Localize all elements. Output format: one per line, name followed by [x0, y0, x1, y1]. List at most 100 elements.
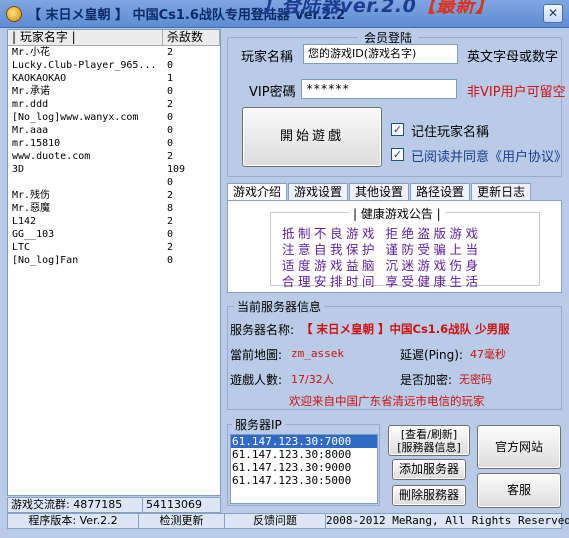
refresh-server-info-button[interactable]: [查看/刷新] [服務器信息]: [388, 425, 470, 456]
encryption-label: 是否加密:: [400, 373, 453, 387]
player-row[interactable]: 3D 109: [8, 163, 220, 176]
player-kills: 109: [167, 164, 186, 175]
server-ip-list[interactable]: 61.147.123.30:7000 61.147.123.30:8000 61.1…: [230, 434, 378, 504]
player-name-input[interactable]: 您的游戏ID(游戏名字): [303, 44, 458, 64]
player-kills: 2: [167, 151, 174, 162]
server-ip-item[interactable]: 61.147.123.30:9000: [231, 461, 377, 474]
ping-label: 延遲(Ping):: [400, 348, 463, 362]
welcome-message: 欢迎来自中国广东省清远市电信的玩家: [289, 394, 485, 408]
player-name: Mr.小花: [12, 47, 51, 58]
check-update-link[interactable]: 检测更新: [139, 514, 225, 528]
player-kills: 0: [167, 255, 174, 266]
tab-panel-game-intro: | 健康游戏公告 | 抵制不良游戏 拒绝盗版游戏 注意自我保护 谨防受骗上当 适度游…: [227, 200, 562, 293]
player-row[interactable]: Mr.承诺 0: [8, 85, 220, 98]
player-row[interactable]: mr.ddd 2: [8, 98, 220, 111]
server-ip-item[interactable]: 61.147.123.30:8000: [231, 448, 377, 461]
banner-new: 【最新】: [416, 0, 495, 17]
notice-line: 合理安排时间 享受健康生活: [282, 274, 482, 289]
player-row[interactable]: Mr.aaa 0: [8, 124, 220, 137]
player-row[interactable]: Mr.小花 2: [8, 46, 220, 59]
player-row[interactable]: www.duote.com 2: [8, 150, 220, 163]
player-list-header: | 玩家名字 | 杀敌数: [8, 30, 220, 46]
feedback-link[interactable]: 反馈问题: [225, 514, 326, 528]
column-header-player-name[interactable]: | 玩家名字 |: [8, 30, 163, 45]
player-count-value: 17/32人: [291, 373, 334, 386]
player-kills: 2: [167, 216, 174, 227]
title-bar[interactable]: 【 末日メ皇朝 】 中国Cs1.6战队专用登陆器 Ver.2.2 】登陆器ver…: [0, 0, 569, 28]
current-map-label: 當前地圖:: [230, 348, 283, 362]
player-row[interactable]: L142 2: [8, 215, 220, 228]
add-server-button[interactable]: 添加服务器: [392, 459, 466, 480]
refresh-button-line2: [服務器信息]: [397, 441, 461, 454]
server-ip-item[interactable]: 61.147.123.30:5000: [231, 474, 377, 487]
server-ip-title: 服务器IP: [232, 416, 285, 433]
player-row[interactable]: [No_log]Fan 0: [8, 254, 220, 267]
server-ip-item[interactable]: 61.147.123.30:7000: [231, 435, 377, 448]
qq-group-label: 游戏交流群: 4877185: [8, 498, 143, 512]
app-icon: [6, 6, 22, 22]
title-banner: 】登陆器ver.2.0【最新】: [262, 0, 494, 18]
player-row[interactable]: Mr.残伤 2: [8, 189, 220, 202]
qq-group-second: 54113069: [146, 498, 202, 511]
status-bar: 程序版本: Ver.2.2 检测更新 反馈问题 2008-2012 MeRang…: [7, 513, 569, 529]
player-kills: 0: [167, 86, 174, 97]
vip-password-input[interactable]: ******: [301, 79, 457, 99]
settings-tabs: 游戏介绍 游戏设置 其他设置 路径设置 更新日志: [227, 183, 532, 202]
player-kills: 0: [167, 125, 174, 136]
player-row[interactable]: 0: [8, 176, 220, 189]
player-row[interactable]: Lucky.Club-Player_965... 0: [8, 59, 220, 72]
copyright-text: 2008-2012 MeRang, All Rights Reserved: [326, 514, 569, 527]
qq-group-bar: 游戏交流群: 4877185 54113069: [7, 497, 221, 513]
current-map-value: zm_assek: [291, 347, 344, 360]
player-row[interactable]: Mr.惡魔 8: [8, 202, 220, 215]
player-row[interactable]: mr.15810 0: [8, 137, 220, 150]
tab-2[interactable]: 其他设置: [349, 183, 410, 201]
player-name: mr.15810: [12, 138, 61, 149]
agree-terms-link[interactable]: 已阅读并同意《用户协议》: [411, 146, 567, 165]
delete-server-button[interactable]: 刪除服務器: [392, 485, 466, 506]
start-game-button[interactable]: 開始遊戲: [242, 107, 382, 167]
player-name: mr.ddd: [12, 99, 49, 110]
player-kills: 0: [167, 177, 174, 188]
player-name: Mr.aaa: [12, 125, 49, 136]
banner-main: 】登陆器ver.2.0: [262, 0, 417, 17]
player-kills: 0: [167, 112, 174, 123]
player-kills: 2: [167, 47, 174, 58]
tab-3[interactable]: 路径设置: [410, 183, 471, 201]
customer-service-button[interactable]: 客服: [477, 473, 561, 508]
server-info-title: 当前服务器信息: [234, 298, 325, 315]
official-site-button[interactable]: 官方网站: [477, 425, 561, 469]
close-button[interactable]: ✕: [543, 4, 563, 23]
agree-terms-checkbox[interactable]: ✓: [391, 148, 404, 161]
player-name: Mr.惡魔: [12, 203, 51, 214]
player-name: [No_log]www.wanyx.com: [12, 112, 139, 123]
version-label: 程序版本: Ver.2.2: [8, 514, 139, 528]
player-list[interactable]: | 玩家名字 | 杀敌数 Mr.小花 2 Lucky.Club-Player_965…: [7, 29, 221, 496]
remember-name-checkbox[interactable]: ✓: [391, 123, 404, 136]
player-name: Mr.残伤: [12, 190, 51, 201]
player-row[interactable]: LTC 2: [8, 241, 220, 254]
tab-4[interactable]: 更新日志: [471, 183, 532, 201]
player-count-label: 遊戲人數:: [230, 373, 283, 387]
tab-1[interactable]: 游戏设置: [288, 183, 349, 201]
server-name-value: 【 末日メ皇朝 】中国Cs1.6战队 少男服: [301, 322, 510, 336]
player-name-hint: 英文字母或数字: [467, 50, 559, 65]
player-row[interactable]: KAOKAOKAO 1: [8, 72, 220, 85]
player-rows: Mr.小花 2 Lucky.Club-Player_965... 0 KAOKAOKAO…: [8, 46, 220, 267]
health-notice-title: | 健康游戏公告 |: [349, 205, 445, 222]
player-row[interactable]: GG__103 0: [8, 228, 220, 241]
encryption-value: 无密码: [459, 373, 492, 386]
player-name-label: 玩家名稱: [241, 50, 294, 65]
player-name: L142: [12, 216, 37, 227]
player-name: GG__103: [12, 229, 55, 240]
player-row[interactable]: [No_log]www.wanyx.com 0: [8, 111, 220, 124]
player-kills: 0: [167, 60, 174, 71]
remember-name-label[interactable]: 记住玩家名稱: [411, 121, 489, 140]
player-name: KAOKAOKAO: [12, 73, 67, 84]
player-kills: 2: [167, 190, 174, 201]
player-kills: 1: [167, 73, 174, 84]
player-kills: 2: [167, 99, 174, 110]
player-name: [8, 176, 163, 189]
column-header-kills[interactable]: 杀敌数: [163, 30, 220, 45]
vip-password-label: VIP密碼: [249, 85, 296, 100]
